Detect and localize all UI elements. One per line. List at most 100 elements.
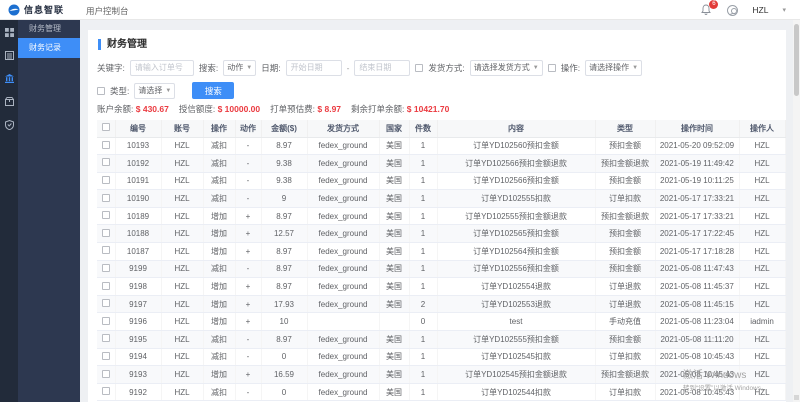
date-start-input[interactable] — [285, 59, 342, 76]
user-avatar-icon[interactable] — [727, 4, 739, 16]
shield-check-icon[interactable] — [4, 120, 14, 130]
notification-badge: 6 — [709, 0, 719, 9]
date-end-input[interactable] — [354, 59, 411, 76]
type-select[interactable]: 请选择 ▼ — [134, 82, 176, 99]
cell-operator: HZL — [739, 348, 786, 367]
cell-country: 美国 — [379, 277, 410, 296]
cell-country: 美国 — [379, 242, 410, 261]
row-checkbox-cell — [97, 295, 116, 314]
cell-operator: HZL — [739, 154, 786, 173]
date-label: 日期: — [261, 62, 281, 73]
cell-amount: 17.93 — [261, 295, 308, 314]
cell-qty: 1 — [409, 189, 438, 208]
cell-amount: 16.59 — [261, 365, 308, 384]
row-checkbox[interactable] — [101, 263, 110, 272]
cell-operator: HZL — [739, 224, 786, 244]
cell-type: 预扣金额 — [595, 242, 656, 261]
cell-time: 2021-05-19 10:11:25 — [655, 172, 740, 191]
cell-content: 订单YD102554退款 — [437, 277, 596, 296]
cell-action: + — [235, 224, 262, 244]
cell-content: 订单YD102545扣款 — [437, 348, 596, 367]
cell-account: HZL — [161, 383, 204, 402]
row-checkbox[interactable] — [101, 211, 110, 220]
row-checkbox[interactable] — [101, 175, 110, 184]
scrollbar-down-button[interactable] — [794, 395, 799, 400]
row-checkbox[interactable] — [101, 228, 110, 237]
cell-shipping: fedex_ground — [307, 207, 380, 226]
row-checkbox[interactable] — [101, 281, 110, 290]
cell-id: 10190 — [115, 189, 162, 208]
operation-label: 操作: — [560, 62, 581, 73]
vertical-scrollbar[interactable] — [793, 20, 800, 402]
search-button[interactable]: 搜索 — [192, 82, 235, 99]
shipping-filter-checkbox[interactable] — [415, 63, 424, 72]
row-checkbox[interactable] — [101, 140, 110, 149]
orders-list-icon[interactable] — [4, 51, 14, 60]
cell-qty: 1 — [409, 224, 438, 244]
finance-bank-icon[interactable] — [4, 74, 14, 83]
cell-country: 美国 — [379, 330, 410, 349]
cell-country: 美国 — [379, 172, 410, 191]
username[interactable]: HZL — [752, 5, 768, 15]
cell-shipping: fedex_ground — [307, 260, 380, 279]
summary-item: 账户余额: $ 430.67 — [97, 103, 173, 115]
type-label: 类型: — [110, 85, 130, 96]
dashboard-icon[interactable] — [4, 28, 14, 37]
row-checkbox[interactable] — [101, 369, 110, 378]
row-checkbox[interactable] — [101, 158, 110, 167]
sidebar-item-finance-records[interactable]: 财务记录 — [18, 38, 80, 58]
cell-operation: 增加 — [203, 277, 236, 296]
cell-shipping — [307, 312, 380, 332]
content-card: 财务管理 关键字: 搜索: 动作▼ 日期: - 发货方式: 请选择发货方式▼ 操… — [88, 30, 786, 402]
cell-id: 9193 — [115, 365, 162, 384]
row-checkbox[interactable] — [101, 387, 110, 396]
cell-qty: 1 — [409, 172, 438, 191]
filter-row-2: 类型: 请选择 ▼ 搜索 — [97, 82, 235, 99]
cell-time: 2021-05-08 11:45:37 — [655, 277, 740, 296]
cell-type: 预扣金额 — [595, 260, 656, 279]
row-checkbox[interactable] — [101, 334, 110, 343]
cell-qty: 2 — [409, 295, 438, 314]
chevron-down-icon: ▼ — [532, 64, 539, 71]
search-type-select[interactable]: 动作 ▼ — [223, 59, 257, 76]
scrollbar-thumb[interactable] — [794, 24, 799, 96]
row-checkbox[interactable] — [101, 351, 110, 360]
keyword-input[interactable] — [129, 59, 194, 76]
package-icon[interactable] — [4, 97, 14, 106]
row-checkbox[interactable] — [101, 193, 110, 202]
row-checkbox[interactable] — [101, 246, 110, 255]
row-checkbox[interactable] — [101, 299, 110, 308]
type-filter-checkbox[interactable] — [97, 86, 105, 95]
cell-content: 订单YD102555预扣金额退款 — [437, 207, 596, 226]
cell-id: 9194 — [115, 348, 162, 367]
cell-operation: 增加 — [203, 242, 236, 261]
user-menu-caret-icon[interactable]: ▾ — [782, 6, 786, 14]
row-checkbox[interactable] — [101, 316, 110, 325]
summary-value: $ 10000.00 — [217, 104, 261, 114]
cell-type: 订单扣款 — [595, 189, 656, 208]
cell-operator: HZL — [739, 242, 786, 261]
cell-time: 2021-05-17 17:33:21 — [655, 207, 740, 226]
operation-filter-checkbox[interactable] — [547, 63, 556, 72]
cell-shipping: fedex_ground — [307, 330, 380, 349]
date-separator: - — [346, 62, 350, 73]
notification-bell-icon[interactable]: 6 — [701, 0, 719, 17]
table-row: 9198 HZL 增加 +8.97 fedex_ground 美国 1 订单YD102554退… — [97, 277, 786, 296]
sidebar-item-finance-group[interactable]: 财务管理 — [18, 20, 80, 38]
table-row: 10188 HZL 增加 +12.57 fedex_ground 美国 1 订单YD10256… — [97, 224, 786, 244]
cell-operation: 减扣 — [203, 189, 236, 208]
cell-amount: 0 — [261, 383, 308, 402]
table-row: 9194 HZL 减扣 -0 fedex_ground 美国 1 订单YD102545扣款 订单… — [97, 348, 786, 367]
cell-qty: 1 — [409, 137, 438, 156]
brand-logo[interactable]: 信息智联 — [8, 3, 64, 16]
shipping-select[interactable]: 请选择发货方式 ▼ — [469, 59, 543, 76]
select-all-checkbox[interactable] — [101, 123, 110, 132]
cell-type: 预扣金额退款 — [595, 365, 656, 384]
cell-id: 10187 — [115, 242, 162, 261]
row-checkbox-cell — [97, 172, 116, 191]
cell-operator: HZL — [739, 383, 786, 402]
cell-id: 9199 — [115, 260, 162, 279]
cell-action: - — [235, 383, 262, 402]
console-nav-link[interactable]: 用户控制台 — [86, 5, 129, 17]
operation-select[interactable]: 请选择操作 ▼ — [585, 59, 643, 76]
